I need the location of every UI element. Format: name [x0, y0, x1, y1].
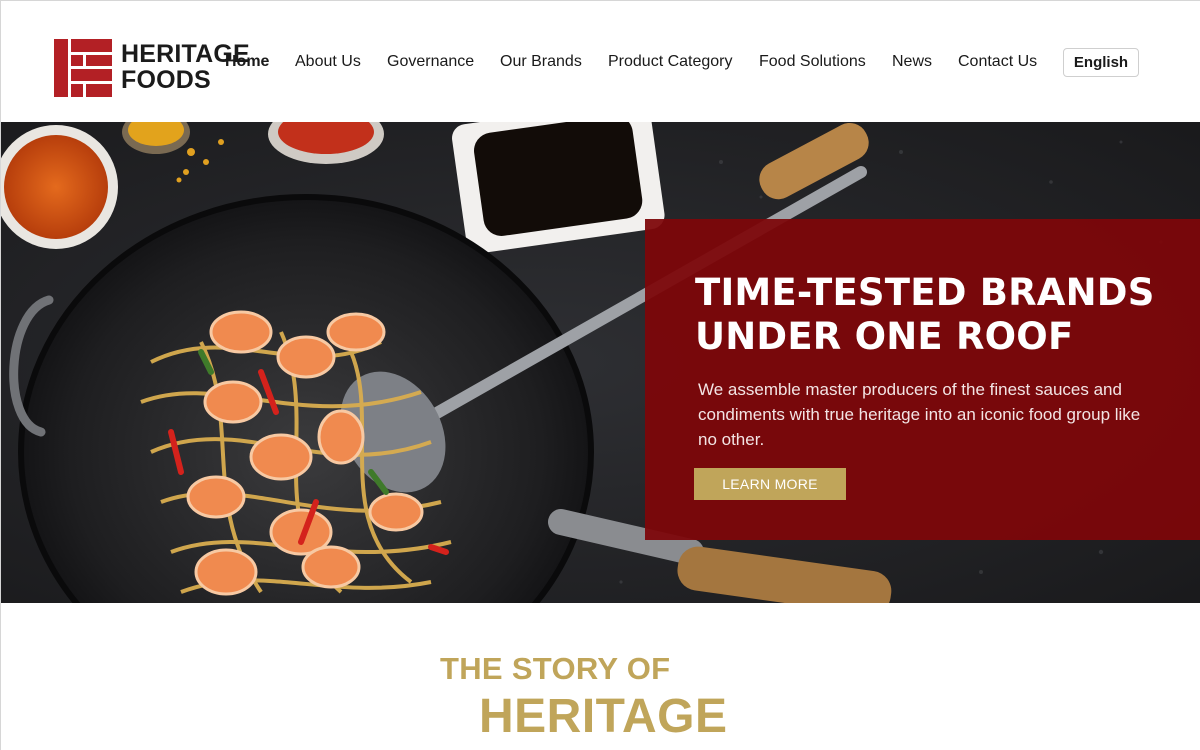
nav-item-food-solutions[interactable]: Food Solutions	[759, 51, 866, 73]
learn-more-button[interactable]: LEARN MORE	[694, 468, 846, 500]
nav-item-about-us[interactable]: About Us	[295, 51, 361, 73]
nav-item-our-brands[interactable]: Our Brands	[500, 51, 582, 73]
hero-title-line1: TIME-TESTED BRANDS	[695, 271, 1155, 314]
nav-item-home[interactable]: Home	[225, 51, 269, 73]
hero-description: We assemble master producers of the fine…	[698, 380, 1141, 449]
story-section: THE STORY OF HERITAGE	[1, 603, 1200, 750]
heritage-logo-icon	[54, 39, 112, 97]
nav-item-contact-us[interactable]: Contact Us	[958, 51, 1037, 73]
story-kicker: THE STORY OF	[440, 651, 671, 686]
site-header: HERITAGE FOODS Home About Us Governance …	[1, 1, 1200, 122]
language-selector-button[interactable]: English	[1063, 48, 1139, 77]
story-title: HERITAGE	[479, 690, 728, 743]
hero-overlay-panel: TIME-TESTED BRANDS UNDER ONE ROOF We ass…	[645, 219, 1200, 540]
nav-item-news[interactable]: News	[892, 51, 932, 73]
page: HERITAGE FOODS Home About Us Governance …	[0, 0, 1200, 750]
nav-item-governance[interactable]: Governance	[387, 51, 474, 73]
hero-banner: TIME-TESTED BRANDS UNDER ONE ROOF We ass…	[1, 122, 1200, 603]
hero-title: TIME-TESTED BRANDS UNDER ONE ROOF	[695, 271, 1195, 359]
hero-title-line2: UNDER ONE ROOF	[695, 315, 1074, 358]
nav-item-product-category[interactable]: Product Category	[608, 51, 733, 73]
